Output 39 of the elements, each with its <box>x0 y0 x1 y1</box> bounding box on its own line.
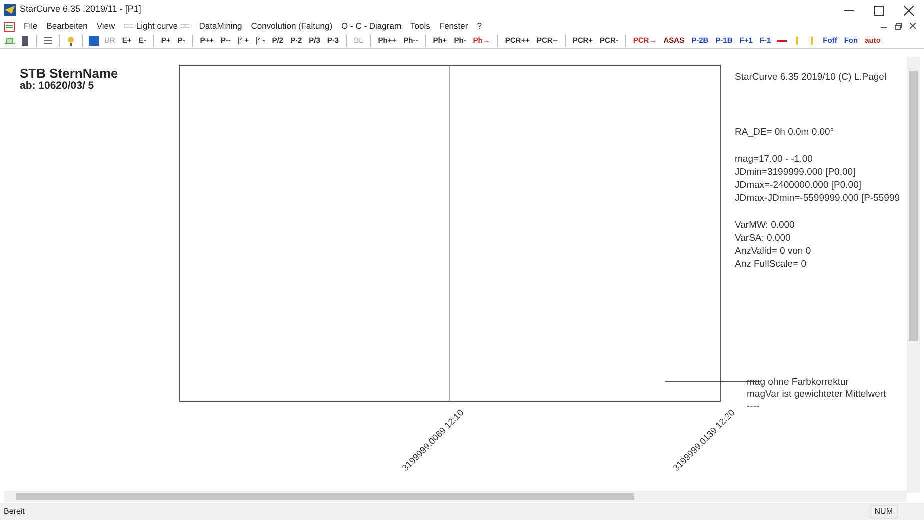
start-date: ab: 10620/03/ 5 <box>20 79 94 94</box>
toolbar-icon[interactable] <box>19 34 31 46</box>
legend-text: ---- <box>747 400 760 413</box>
legend-text: magVar ist gewichteter Mittelwert <box>747 388 886 401</box>
menu-item[interactable]: DataMining <box>199 20 242 33</box>
menu-item[interactable]: Convolution (Faltung) <box>251 20 333 33</box>
horizontal-scrollbar[interactable] <box>4 491 907 502</box>
info-text: Anz FullScale= 0 <box>735 258 807 271</box>
menu-item[interactable]: View <box>96 20 116 33</box>
toolbar-icon[interactable] <box>42 34 54 46</box>
info-text: StarCurve 6.35 2019/10 (C) L.Pagel <box>735 71 887 84</box>
menu-item[interactable]: File <box>24 20 38 33</box>
info-text: VarSA: 0.000 <box>735 232 791 245</box>
window-title: StarCurve 6.35 .2019/11 - [P1] <box>20 3 142 16</box>
vertical-scrollbar[interactable] <box>907 57 920 493</box>
num-lock-indicator: NUM <box>870 504 898 518</box>
star-name: STB SternName <box>20 65 118 81</box>
restore-icon[interactable] <box>895 23 902 30</box>
toolbar-icon[interactable] <box>65 34 77 46</box>
document-icon <box>4 22 15 32</box>
menu-item[interactable]: O - C - Diagram <box>342 20 402 33</box>
info-text: JDmin=3199999.000 [P0.00] <box>735 166 856 179</box>
menu-item[interactable]: == Light curve == <box>124 20 190 33</box>
app-icon <box>4 4 16 16</box>
status-text: Bereit <box>4 506 25 518</box>
menu-item[interactable]: Bearbeiten <box>46 20 88 33</box>
info-text: mag=17.00 - -1.00 <box>735 153 813 166</box>
toolbar-icon[interactable] <box>88 34 100 46</box>
info-text: JDmax-JDmin=-5599999.000 [P-55999 <box>735 192 900 205</box>
menu-item[interactable]: ? <box>477 20 482 33</box>
info-text: AnzValid= 0 von 0 <box>735 245 812 258</box>
menu-item[interactable]: Fenster <box>439 20 468 33</box>
close-icon[interactable] <box>910 23 916 29</box>
maximize-icon[interactable] <box>874 6 884 16</box>
info-text: JDmax=-2400000.000 [P0.00] <box>735 179 862 192</box>
menu-item[interactable]: Tools <box>410 20 430 33</box>
close-icon[interactable] <box>904 6 914 16</box>
info-text: VarMW: 0.000 <box>735 219 795 232</box>
info-text: RA_DE= 0h 0.0m 0.00° <box>735 126 834 139</box>
